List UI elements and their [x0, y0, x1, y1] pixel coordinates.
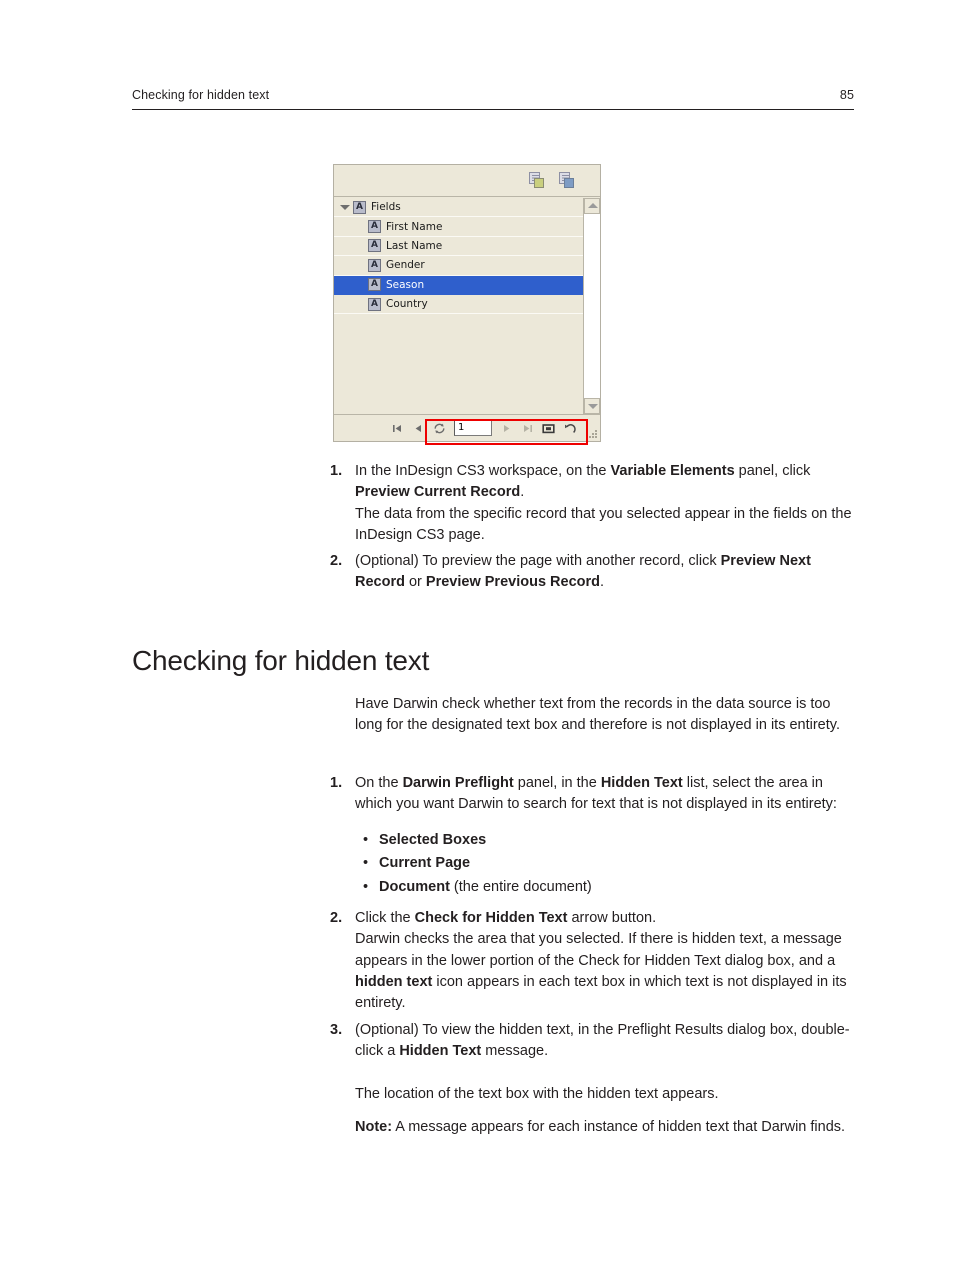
- field-type-icon: A: [368, 278, 381, 292]
- tree-item-label: Season: [386, 278, 425, 291]
- list-item-current-page: Current Page: [363, 852, 854, 876]
- create-variable-image-icon[interactable]: [558, 172, 576, 189]
- option-label: Selected Boxes: [379, 831, 487, 848]
- preview-previous-record-button[interactable]: [411, 421, 426, 436]
- step-number: 2.: [330, 910, 343, 927]
- step-text: In the InDesign CS3 workspace, on the Va…: [355, 463, 852, 543]
- step-number: 1.: [330, 463, 343, 479]
- page-number: 85: [839, 88, 854, 102]
- step-number: 2.: [330, 553, 343, 570]
- preview-mode-button[interactable]: [541, 421, 556, 436]
- preview-first-record-button[interactable]: [390, 421, 405, 436]
- steps-top-list: 1. In the InDesign CS3 workspace, on the…: [330, 461, 854, 594]
- step-text: (Optional) To preview the page with anot…: [355, 553, 811, 591]
- preview-last-record-button[interactable]: [520, 421, 535, 436]
- step-text: (Optional) To view the hidden text, in t…: [355, 1021, 850, 1059]
- tree-item-last-name[interactable]: A Last Name: [334, 237, 583, 257]
- tree-item-label: Last Name: [386, 239, 443, 252]
- note-paragraph: Note: A message appears for each instanc…: [355, 1117, 854, 1138]
- accent-square: [534, 178, 544, 188]
- tree-scrollbar[interactable]: [583, 198, 600, 414]
- field-type-icon: A: [368, 220, 381, 234]
- term-variable-elements: Variable Elements: [610, 463, 735, 479]
- panel-resize-grip[interactable]: [589, 430, 598, 439]
- term-hidden-text-icon: hidden text: [355, 973, 433, 990]
- option-label: Current Page: [379, 855, 471, 872]
- tree-item-first-name[interactable]: A First Name: [334, 217, 583, 237]
- field-type-icon: A: [353, 200, 366, 214]
- list-item: 1. On the Darwin Preflight panel, in the…: [330, 773, 854, 899]
- term-check-for-hidden-text: Check for Hidden Text: [414, 910, 568, 927]
- step-number: 1.: [330, 775, 343, 791]
- tree-item-country[interactable]: A Country: [334, 295, 583, 315]
- preview-current-record-button[interactable]: [432, 421, 447, 436]
- scroll-up-icon[interactable]: [584, 198, 600, 214]
- list-item: 3. (Optional) To view the hidden text, i…: [330, 1020, 854, 1063]
- note-label: Note:: [355, 1119, 393, 1135]
- record-navigation-bar: 1: [334, 414, 600, 441]
- section-heading: Checking for hidden text: [132, 645, 430, 676]
- list-item-selected-boxes: Selected Boxes: [363, 829, 854, 853]
- list-item-document: Document (the entire document): [363, 876, 854, 900]
- section-intro: Have Darwin check whether text from the …: [355, 696, 840, 734]
- step-text: Click the Check for Hidden Text arrow bu…: [355, 910, 847, 1012]
- option-note: (the entire document): [449, 878, 592, 895]
- fields-tree[interactable]: A Fields A First Name A Last Name A Gend…: [334, 198, 583, 414]
- field-type-icon: A: [368, 297, 381, 311]
- hidden-text-options-list: Selected Boxes Current Page Document (th…: [355, 829, 854, 900]
- tree-item-gender[interactable]: A Gender: [334, 256, 583, 276]
- header-title: Checking for hidden text: [132, 88, 270, 102]
- tree-item-season[interactable]: A Season: [334, 275, 583, 295]
- field-type-icon: A: [368, 239, 381, 253]
- field-type-icon: A: [368, 258, 381, 272]
- tree-item-label: Country: [386, 298, 428, 311]
- term-hidden-text-list: Hidden Text: [600, 775, 683, 791]
- variable-elements-panel-screenshot: A Fields A First Name A Last Name A Gend…: [333, 164, 601, 442]
- tree-item-label: Gender: [386, 259, 425, 272]
- record-number-input[interactable]: 1: [454, 420, 492, 436]
- option-label: Document: [379, 878, 450, 895]
- tree-root-label: Fields: [371, 201, 401, 214]
- page-header: Checking for hidden text 85: [132, 88, 854, 110]
- term-hidden-text-message: Hidden Text: [399, 1042, 482, 1059]
- scroll-down-icon[interactable]: [584, 398, 600, 414]
- steps-main-list: 1. On the Darwin Preflight panel, in the…: [330, 773, 854, 1062]
- term-darwin-preflight: Darwin Preflight: [402, 775, 514, 791]
- list-item: 2. Click the Check for Hidden Text arrow…: [330, 908, 854, 1014]
- revert-button[interactable]: [562, 421, 577, 436]
- tree-root-fields[interactable]: A Fields: [334, 198, 583, 218]
- preview-next-record-button[interactable]: [499, 421, 514, 436]
- result-paragraph: The location of the text box with the hi…: [355, 1086, 719, 1102]
- tree-item-label: First Name: [386, 220, 443, 233]
- step-number: 3.: [330, 1021, 343, 1038]
- chevron-down-icon[interactable]: [338, 201, 351, 214]
- term-preview-previous-record: Preview Previous Record: [425, 574, 600, 591]
- panel-toolbar: [334, 165, 600, 197]
- term-preview-current-record: Preview Current Record: [355, 484, 521, 501]
- list-item: 2. (Optional) To preview the page with a…: [330, 551, 854, 594]
- note-text: A message appears for each instance of h…: [392, 1119, 846, 1135]
- step-text: On the Darwin Preflight panel, in the Hi…: [355, 773, 854, 899]
- create-variable-text-icon[interactable]: [528, 172, 546, 189]
- list-item: 1. In the InDesign CS3 workspace, on the…: [330, 461, 854, 546]
- accent-square: [564, 178, 574, 188]
